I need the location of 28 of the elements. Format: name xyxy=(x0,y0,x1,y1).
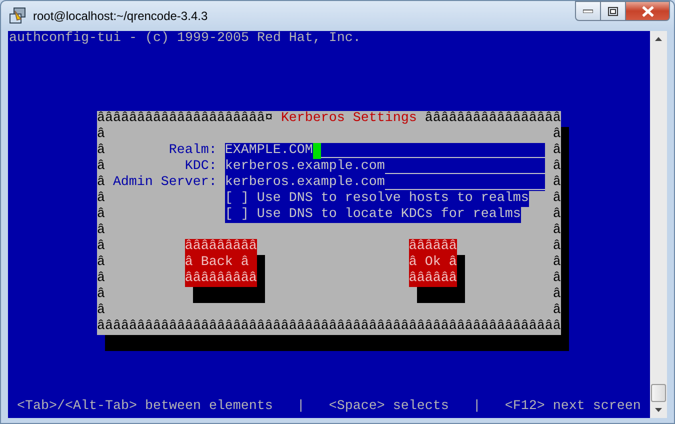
close-button[interactable] xyxy=(626,1,670,21)
terminal-app-icon xyxy=(9,7,27,25)
maximize-icon xyxy=(608,6,618,16)
maximize-button[interactable] xyxy=(601,1,626,21)
field-label: KDC: xyxy=(184,159,218,175)
minimize-icon xyxy=(583,9,593,13)
field-label: Realm: xyxy=(168,143,218,159)
key-hint-text: <Tab>/<Alt-Tab> between elements | <Space> selects | <F12> next screen xyxy=(16,399,642,415)
window-title: root@localhost:~/qrencode-3.4.3 xyxy=(33,9,208,23)
input-field[interactable]: kerberos.example.com xyxy=(224,175,545,191)
ok-button[interactable]: ââââââ â Ok â ââââââ xyxy=(408,239,457,287)
field-label: Admin Server: xyxy=(112,175,218,191)
dialog-title: Kerberos Settings xyxy=(280,111,417,126)
dialog-border: ââââââââââââ xyxy=(552,127,561,319)
scrollbar-thumb[interactable] xyxy=(651,384,666,402)
checkbox-option[interactable]: [ ] Use DNS to resolve hosts to realms xyxy=(224,191,529,207)
close-icon xyxy=(642,6,654,16)
text-cursor xyxy=(312,143,321,159)
terminal-header: authconfig-tui - (c) 1999-2005 Red Hat, Inc. xyxy=(9,31,362,47)
checkbox-option[interactable]: [ ] Use DNS to locate KDCs for realms xyxy=(224,207,521,223)
dialog-border: âââââââââââââââââ xyxy=(424,111,561,126)
dialog-border: âââââââââââââââââââââ¤ xyxy=(96,111,273,126)
input-field[interactable]: kerberos.example.com xyxy=(224,159,545,175)
back-button[interactable]: âââââââââ â Back â âââââââââ xyxy=(184,239,257,287)
minimize-button[interactable] xyxy=(575,1,601,21)
dialog-border: ââââââââââââââââââââââââââââââââââââââââââââââââââââââââââ xyxy=(96,319,561,335)
scrollbar[interactable] xyxy=(650,31,667,418)
input-field[interactable]: EXAMPLE.COM xyxy=(224,143,545,159)
